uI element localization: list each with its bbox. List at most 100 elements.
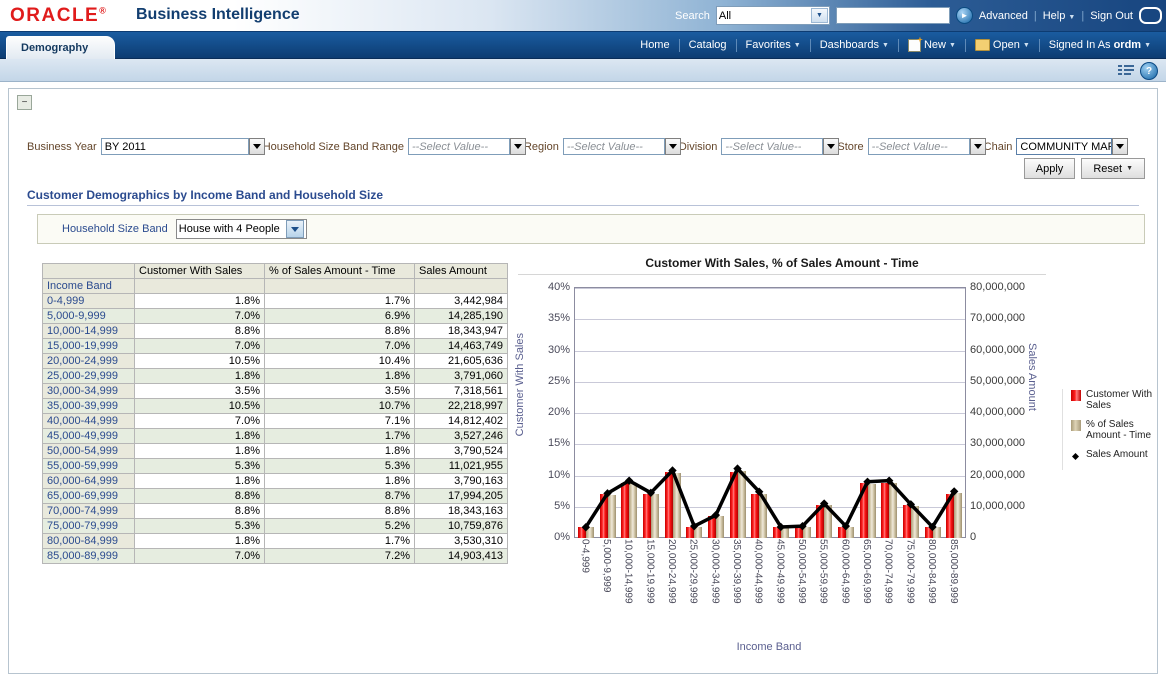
table-spacer-cell [135,279,265,294]
chart-x-tick-text: 55,000-59,999 [818,539,829,604]
prompt-store[interactable]: --Select Value-- [868,138,970,155]
legend-swatch-tan-icon [1071,420,1081,431]
cell-income-band[interactable]: 5,000-9,999 [43,309,135,324]
cell-income-band[interactable]: 60,000-64,999 [43,474,135,489]
table-col-pct-sales-amount-time[interactable]: % of Sales Amount - Time [265,264,415,279]
cell-customer-with-sales: 1.8% [135,444,265,459]
legend-swatch-red-icon [1071,390,1081,401]
cell-income-band[interactable]: 80,000-84,999 [43,534,135,549]
cell-income-band[interactable]: 15,000-19,999 [43,339,135,354]
nav-new[interactable]: New▼ [899,32,965,58]
demographics-table: Customer With Sales % of Sales Amount - … [42,263,508,564]
chevron-down-icon[interactable] [249,138,265,155]
prompt-business-year[interactable]: BY 2011 [101,138,249,155]
cell-sales-amount: 14,463,749 [415,339,508,354]
chart-x-tick-label: 45,000-49,999 [769,539,791,604]
household-size-band-select[interactable]: House with 4 People [176,219,307,239]
chevron-down-icon[interactable] [1112,138,1128,155]
cell-income-band[interactable]: 65,000-69,999 [43,489,135,504]
chevron-down-icon[interactable] [510,138,526,155]
cell-sales-amount: 3,790,524 [415,444,508,459]
cell-income-band[interactable]: 20,000-24,999 [43,354,135,369]
search-input[interactable] [836,7,950,24]
chart-y2-tick: 60,000,000 [970,344,1025,356]
prompt-chain[interactable]: COMMUNITY MARKET [1016,138,1112,155]
sign-out-link[interactable]: Sign Out [1090,10,1133,22]
chevron-down-icon: ▼ [811,8,828,23]
chart-x-tick-label: 10,000-14,999 [617,539,639,604]
chevron-down-icon[interactable] [970,138,986,155]
prompt-division[interactable]: --Select Value-- [721,138,823,155]
table-col-customer-with-sales[interactable]: Customer With Sales [135,264,265,279]
legend-item-pct-sales-amount-time[interactable]: % of Sales Amount - Time [1071,419,1157,441]
nav-signed-in-as[interactable]: Signed In Asordm▼ [1040,32,1160,58]
prompt-label-store: Store [837,141,863,153]
cell-income-band[interactable]: 50,000-54,999 [43,444,135,459]
search-scope-select[interactable]: All ▼ [716,6,830,25]
cell-income-band[interactable]: 40,000-44,999 [43,414,135,429]
table-row: 35,000-39,99910.5%10.7%22,218,997 [43,399,508,414]
cell-income-band[interactable]: 35,000-39,999 [43,399,135,414]
chevron-down-icon[interactable] [823,138,839,155]
cell-income-band[interactable]: 25,000-29,999 [43,369,135,384]
nav-dashboards[interactable]: Dashboards▼ [811,32,898,58]
cell-customer-with-sales: 10.5% [135,354,265,369]
cell-income-band[interactable]: 75,000-79,999 [43,519,135,534]
prompt-label-chain: Chain [984,141,1013,153]
cell-income-band[interactable]: 55,000-59,999 [43,459,135,474]
cell-customer-with-sales: 3.5% [135,384,265,399]
cell-income-band[interactable]: 85,000-89,999 [43,549,135,564]
table-col-sales-amount[interactable]: Sales Amount [415,264,508,279]
page-options-icon[interactable] [1118,64,1134,79]
toolbar-icons: ? [1118,62,1158,80]
reset-button[interactable]: Reset▼ [1081,158,1145,179]
cell-income-band[interactable]: 0-4,999 [43,294,135,309]
legend-item-customer-with-sales[interactable]: Customer With Sales [1071,389,1157,411]
help-circle-icon[interactable]: ? [1140,62,1158,80]
help-menu-label: Help [1043,10,1066,22]
speech-bubble-icon[interactable] [1139,7,1162,24]
cell-income-band[interactable]: 30,000-34,999 [43,384,135,399]
nav-home[interactable]: Home [631,32,678,58]
folder-icon [975,39,990,51]
cell-sales-amount: 7,318,561 [415,384,508,399]
cell-pct-sales-amount-time: 1.7% [265,294,415,309]
chevron-down-icon: ▼ [1023,42,1030,49]
chart-line-series [575,288,965,538]
cell-pct-sales-amount-time: 1.8% [265,444,415,459]
report-title: Customer Demographics by Income Band and… [27,188,1139,206]
tab-demography[interactable]: Demography [6,36,115,59]
chart-x-tick-label: 25,000-29,999 [682,539,704,604]
nav-catalog[interactable]: Catalog [680,32,736,58]
table-row: 20,000-24,99910.5%10.4%21,605,636 [43,354,508,369]
apply-button[interactable]: Apply [1024,158,1076,179]
advanced-link[interactable]: Advanced [979,10,1028,22]
prompt-household-size-band-range-value: --Select Value-- [412,141,488,153]
cell-sales-amount: 18,343,947 [415,324,508,339]
table-rowheader-row: Income Band [43,279,508,294]
nav-favorites[interactable]: Favorites▼ [737,32,810,58]
cell-pct-sales-amount-time: 7.0% [265,339,415,354]
nav-open-label: Open [993,39,1020,51]
nav-open[interactable]: Open▼ [966,32,1039,58]
cell-income-band[interactable]: 10,000-14,999 [43,324,135,339]
collapse-minus-icon[interactable]: − [17,95,32,110]
chart-y2-tick: 0 [970,531,976,543]
cell-income-band[interactable]: 70,000-74,999 [43,504,135,519]
chevron-down-icon: ▼ [882,42,889,49]
cell-sales-amount: 14,812,402 [415,414,508,429]
chart-x-tick-label: 5,000-9,999 [596,539,618,604]
prompt-region[interactable]: --Select Value-- [563,138,665,155]
table-row: 85,000-89,9997.0%7.2%14,903,413 [43,549,508,564]
help-menu[interactable]: Help ▼ [1043,10,1076,22]
chart-x-tick-text: 70,000-74,999 [883,539,894,604]
prompt-label-region: Region [524,141,559,153]
go-arrow-icon[interactable]: ► [956,7,973,24]
prompt-household-size-band-range[interactable]: --Select Value-- [408,138,510,155]
legend-item-sales-amount[interactable]: Sales Amount [1071,449,1157,462]
chevron-down-icon[interactable] [665,138,681,155]
cell-income-band[interactable]: 45,000-49,999 [43,429,135,444]
chart-x-tick-label: 65,000-69,999 [856,539,878,604]
table-row-header-label[interactable]: Income Band [43,279,135,294]
oracle-logo-text: ORACLE [10,5,99,26]
